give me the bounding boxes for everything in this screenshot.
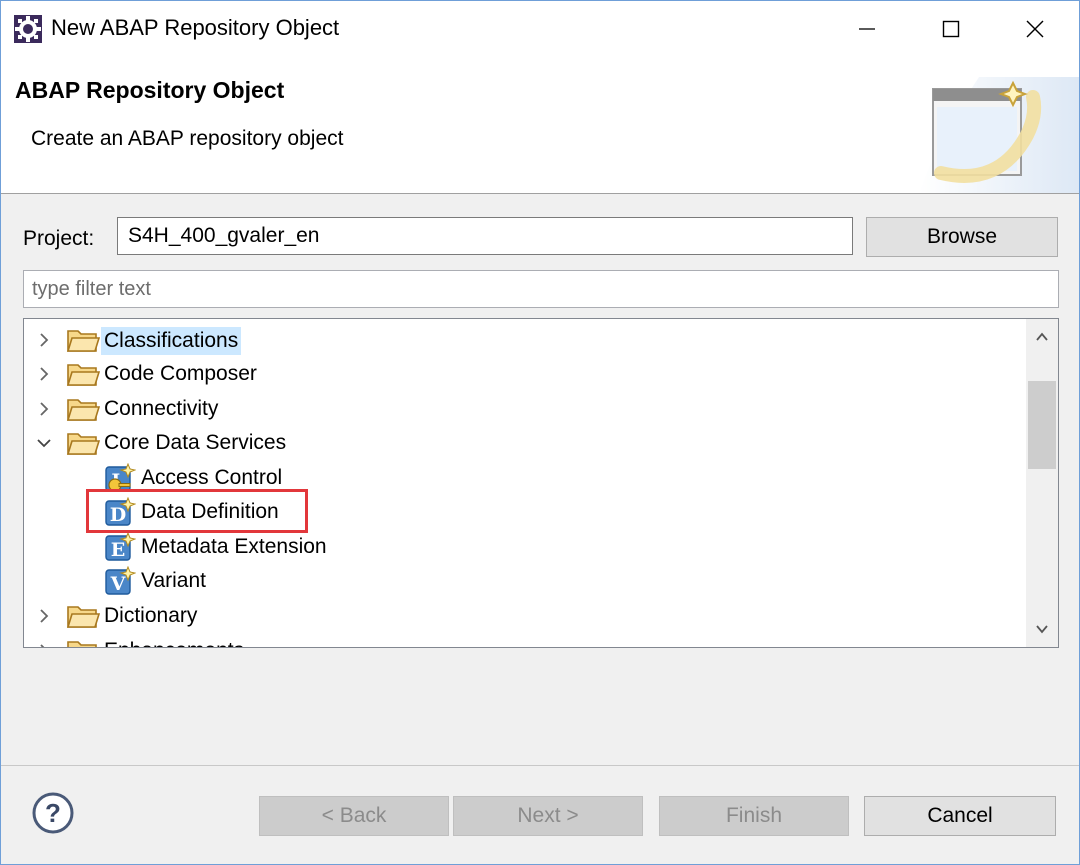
object-type-tree[interactable]: Classifications Code Composer Connectivi…	[23, 318, 1059, 648]
footer-separator	[1, 765, 1079, 766]
tree-scrollbar[interactable]	[1026, 319, 1058, 647]
wizard-banner: ABAP Repository Object Create an ABAP re…	[1, 57, 1079, 194]
tree-item-classifications[interactable]: Classifications	[24, 323, 1026, 357]
finish-button[interactable]: Finish	[659, 796, 849, 836]
cancel-button[interactable]: Cancel	[864, 796, 1056, 836]
data-definition-icon: D	[105, 497, 136, 526]
tree-item-label: Data Definition	[141, 500, 279, 523]
browse-button[interactable]: Browse	[866, 217, 1058, 257]
next-button[interactable]: Next >	[453, 796, 643, 836]
dialog-window: New ABAP Repository Object ABAP Reposito…	[0, 0, 1080, 865]
tree-item-label: Metadata Extension	[141, 535, 327, 558]
close-button[interactable]	[997, 1, 1073, 57]
title-bar: New ABAP Repository Object	[1, 1, 1079, 57]
chevron-right-icon[interactable]	[36, 366, 52, 382]
metadata-extension-icon: E	[105, 532, 136, 561]
svg-text:?: ?	[45, 798, 61, 828]
tree-item-label: Enhancements	[104, 638, 244, 647]
tree-item-variant[interactable]: V Variant	[24, 564, 1026, 598]
maximize-button[interactable]	[913, 1, 989, 57]
tree-item-metadata-extension[interactable]: E Metadata Extension	[24, 530, 1026, 564]
help-question-icon[interactable]: ?	[31, 791, 75, 835]
tree-item-dictionary[interactable]: Dictionary	[24, 599, 1026, 633]
maximize-icon	[942, 20, 960, 38]
chevron-up-icon	[1036, 332, 1048, 341]
minimize-button[interactable]	[829, 1, 905, 57]
tree-item-access-control[interactable]: L Access Control	[24, 461, 1026, 495]
project-input[interactable]	[117, 217, 853, 255]
eclipse-gear-icon	[14, 15, 42, 43]
tree-item-label: Classifications	[101, 327, 242, 355]
tree-item-core-data-services[interactable]: Core Data Services	[24, 426, 1026, 460]
tree-item-label: Access Control	[141, 466, 283, 489]
chevron-right-icon[interactable]	[36, 608, 52, 624]
chevron-right-icon[interactable]	[36, 332, 52, 348]
tree-item-code-composer[interactable]: Code Composer	[24, 357, 1026, 391]
minimize-icon	[859, 28, 875, 30]
folder-icon	[67, 641, 97, 647]
filter-input[interactable]	[23, 270, 1059, 308]
chevron-right-icon[interactable]	[36, 401, 52, 417]
svg-text:V: V	[110, 573, 127, 595]
page-title: ABAP Repository Object	[15, 77, 285, 103]
chevron-down-icon[interactable]	[36, 435, 52, 451]
tree-item-label: Code Composer	[104, 362, 257, 385]
chevron-down-icon	[1036, 625, 1048, 634]
access-control-icon: L	[105, 463, 136, 492]
folder-icon	[66, 364, 100, 386]
chevron-right-icon[interactable]	[36, 643, 52, 648]
tree-item-label: Connectivity	[104, 397, 219, 420]
folder-icon	[66, 606, 100, 628]
scroll-up-button[interactable]	[1026, 319, 1058, 355]
close-icon	[1026, 20, 1044, 38]
svg-text:E: E	[111, 539, 125, 561]
folder-open-icon	[66, 433, 100, 455]
project-label: Project:	[23, 227, 95, 250]
tree-item-label: Core Data Services	[104, 431, 287, 454]
wizard-banner-icon	[919, 77, 1079, 193]
page-description: Create an ABAP repository object	[31, 127, 344, 150]
tree-item-data-definition[interactable]: D Data Definition	[24, 495, 1026, 529]
tree-item-connectivity[interactable]: Connectivity	[24, 392, 1026, 426]
tree-item-label: Dictionary	[104, 604, 198, 627]
scroll-thumb[interactable]	[1028, 381, 1056, 469]
variant-icon: V	[105, 566, 136, 595]
tree-item-label: Variant	[141, 569, 206, 592]
folder-icon	[66, 330, 100, 352]
back-button[interactable]: < Back	[259, 796, 449, 836]
window-title: New ABAP Repository Object	[51, 15, 340, 40]
folder-icon	[66, 399, 100, 421]
scroll-down-button[interactable]	[1026, 611, 1058, 647]
svg-text:D: D	[110, 504, 126, 526]
tree-item-enhancements[interactable]: Enhancements	[24, 634, 1026, 648]
